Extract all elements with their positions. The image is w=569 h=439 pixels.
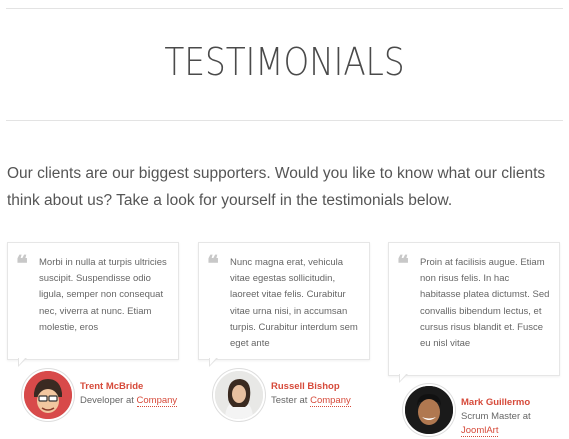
page-title: TESTIMONIALS xyxy=(164,40,405,84)
woman-photo-avatar-icon xyxy=(215,371,263,419)
quote-icon: ❝ xyxy=(207,251,219,277)
person-role: Scrum Master at xyxy=(461,411,531,422)
avatar xyxy=(22,369,74,421)
person-info: Trent McBride Developer at Company xyxy=(80,380,178,408)
card-pointer xyxy=(209,357,218,367)
person-name: Trent McBride xyxy=(80,381,144,392)
quote-icon: ❝ xyxy=(397,251,409,277)
man-photo-avatar-icon xyxy=(405,386,453,434)
person-name: Russell Bishop xyxy=(271,381,340,392)
person-role: Tester at xyxy=(271,395,308,406)
quote-icon: ❝ xyxy=(16,251,28,277)
testimonial-quote: Nunc magna erat, vehicula vitae egestas … xyxy=(230,257,358,350)
person-name: Mark Guillermo xyxy=(461,397,531,408)
testimonial-card: ❝ Proin at facilisis augue. Etiam non ri… xyxy=(388,242,560,383)
card-pointer xyxy=(18,357,27,367)
avatar xyxy=(403,384,455,436)
person-info: Mark Guillermo Scrum Master at JoomlArt xyxy=(461,396,531,438)
top-divider xyxy=(6,8,563,9)
testimonial-quote: Morbi in nulla at turpis ultricies susci… xyxy=(39,257,167,333)
title-divider xyxy=(6,120,563,121)
company-link[interactable]: JoomlArt xyxy=(461,425,499,437)
company-link[interactable]: Company xyxy=(136,395,178,407)
person-info: Russell Bishop Tester at Company xyxy=(271,380,351,408)
testimonial-card: ❝ Morbi in nulla at turpis ultricies sus… xyxy=(7,242,179,367)
cartoon-face-avatar-icon xyxy=(24,371,72,419)
company-link[interactable]: Company xyxy=(310,395,351,407)
card-pointer xyxy=(399,373,408,383)
testimonial-card: ❝ Nunc magna erat, vehicula vitae egesta… xyxy=(198,242,370,367)
intro-text: Our clients are our biggest supporters. … xyxy=(7,165,546,209)
person-role: Developer at xyxy=(80,395,134,406)
testimonial-quote: Proin at facilisis augue. Etiam non risu… xyxy=(420,257,550,350)
avatar xyxy=(213,369,265,421)
